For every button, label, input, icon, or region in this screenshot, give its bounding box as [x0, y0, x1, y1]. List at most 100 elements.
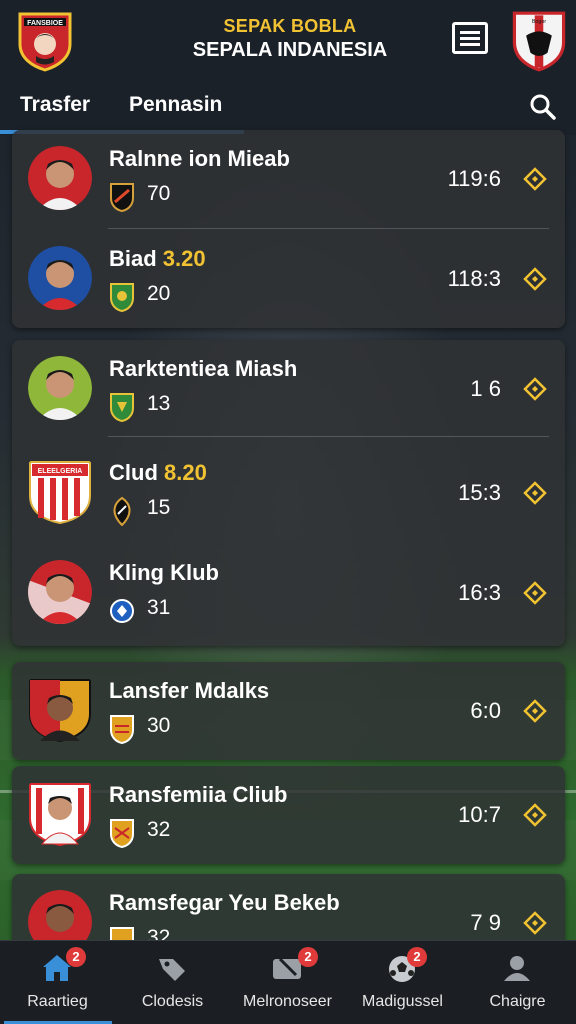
transfer-value: 118:3	[447, 266, 501, 291]
player-name: Biad 3.20	[109, 246, 206, 272]
player-name-text: Clud	[109, 460, 164, 485]
nav-item-melronoseer[interactable]: 2 Melronoseer	[230, 941, 345, 1024]
transfer-value: 119:6	[447, 166, 501, 191]
jersey-number: 15	[147, 496, 171, 519]
tab-transfer[interactable]: Trasfer	[20, 93, 90, 117]
player-row[interactable]: ELEELGERIA Clud 8.20 15 15:3	[12, 444, 565, 544]
player-row[interactable]: Rarktentiea Miash 13 1 6	[12, 340, 565, 440]
player-row[interactable]: Lansfer Mdalks 30 6:0	[12, 662, 565, 762]
player-name: Ransfemiia Cliub	[109, 782, 287, 808]
nav-item-home[interactable]: 2 Raartieg	[0, 941, 115, 1024]
player-name-text: Kling Klub	[109, 560, 219, 585]
player-card: Lansfer Mdalks 30 6:0	[12, 662, 565, 760]
app-title-block: SEPAK BOBLA SEPALA INDANESIA	[150, 16, 430, 62]
player-name-text: Ralnne ion Mieab	[109, 146, 290, 171]
player-name: Ramsfegar Yeu Bekeb	[109, 890, 340, 916]
player-card: Ransfemiia Cliub 32 10:7	[12, 766, 565, 864]
menu-line-icon	[460, 31, 480, 34]
diamond-action-icon[interactable]	[523, 267, 547, 291]
app-subtitle: SEPAK BOBLA	[223, 16, 357, 36]
transfer-value: 16:3	[458, 580, 501, 605]
notification-badge: 2	[407, 947, 427, 967]
app-title: SEPALA INDANESIA	[192, 39, 388, 61]
jersey-number: 20	[147, 282, 171, 305]
transfer-value: 10:7	[458, 802, 501, 827]
player-name: Rarktentiea Miash	[109, 356, 297, 382]
nav-item-madigussel[interactable]: 2 Madigussel	[345, 941, 460, 1024]
player-card: Rarktentiea Miash 13 1 6 ELEELGERIA Clud…	[12, 340, 565, 646]
player-avatar	[29, 783, 91, 846]
app-header: FANSBIOE SEPAK BOBLA SEPALA INDANESIA Bo…	[0, 0, 576, 135]
nav-item-chaigre[interactable]: Chaigre	[460, 941, 575, 1024]
player-name-text: Biad	[109, 246, 163, 271]
player-avatar	[28, 356, 92, 420]
nav-label: Chaigre	[489, 993, 546, 1010]
jersey-number: 70	[147, 182, 171, 205]
menu-list-button[interactable]	[452, 22, 488, 54]
diamond-action-icon[interactable]	[523, 803, 547, 827]
diamond-action-icon[interactable]	[523, 911, 547, 935]
club-crest-logo[interactable]: FANSBIOE	[16, 10, 74, 72]
menu-line-icon	[460, 43, 480, 46]
player-row[interactable]: Biad 3.20 20 118:3	[12, 230, 565, 330]
player-name: Ralnne ion Mieab	[109, 146, 290, 172]
player-rating: 8.20	[164, 460, 207, 485]
transfer-value: 7 9	[470, 910, 501, 935]
player-rating: 3.20	[162, 246, 206, 271]
player-name-text: Rarktentiea Miash	[109, 356, 298, 381]
player-name-text: Ransfemiia Cliub	[109, 782, 288, 807]
transfer-value: 1 6	[470, 376, 501, 401]
row-divider	[108, 228, 549, 229]
player-name: Clud 8.20	[109, 460, 207, 486]
search-icon[interactable]	[529, 93, 557, 121]
player-name: Lansfer Mdalks	[109, 678, 269, 704]
nav-label: Madigussel	[362, 993, 443, 1010]
jersey-number: 30	[147, 714, 171, 737]
tab-pennasin[interactable]: Pennasin	[129, 93, 222, 117]
crest-text: ELEELGERIA	[38, 468, 83, 475]
crest-label: FANSBIOE	[27, 20, 63, 27]
diamond-action-icon[interactable]	[523, 481, 547, 505]
player-row[interactable]: Ransfemiia Cliub 32 10:7	[12, 766, 565, 866]
menu-line-icon	[460, 37, 480, 40]
tag-icon	[159, 959, 185, 981]
player-card: Ralnne ion Mieab 70 119:6 Biad 3.20 20 1…	[12, 130, 565, 328]
player-row[interactable]: Ralnne ion Mieab 70 119:6	[12, 130, 565, 230]
club-badge-icon	[110, 283, 134, 312]
jersey-number: 31	[147, 596, 171, 619]
club-badge-icon	[113, 496, 131, 526]
club-badge-icon	[110, 599, 134, 623]
club-badge-icon	[110, 183, 134, 212]
club-badge-icon	[110, 715, 134, 744]
nav-label: Melronoseer	[243, 993, 332, 1010]
jersey-number: 13	[147, 392, 171, 415]
notification-badge: 2	[66, 947, 86, 967]
player-name-text: Ramsfegar Yeu Bekeb	[109, 890, 340, 915]
diamond-action-icon[interactable]	[523, 699, 547, 723]
profile-icon	[504, 956, 530, 981]
nav-label: Clodesis	[141, 993, 204, 1010]
player-avatar	[28, 146, 92, 210]
nav-label: Raartieg	[27, 993, 88, 1010]
shield-label: Bogor	[532, 19, 546, 25]
transfer-value: 6:0	[470, 698, 501, 723]
club-badge-icon	[110, 393, 134, 422]
player-avatar	[28, 246, 92, 310]
partner-shield-logo[interactable]: Bogor	[510, 10, 568, 72]
player-row[interactable]: Kling Klub 31 16:3	[12, 544, 565, 644]
player-name-text: Lansfer Mdalks	[109, 678, 270, 703]
bottom-navigation: 2 Raartieg Clodesis 2 Melronoseer 2 Madi…	[0, 940, 576, 1024]
row-divider	[108, 436, 549, 437]
player-name: Kling Klub	[109, 560, 219, 586]
tab-bar: Trasfer Pennasin	[0, 85, 576, 135]
diamond-action-icon[interactable]	[523, 581, 547, 605]
jersey-number: 32	[147, 818, 171, 841]
transfer-value: 15:3	[458, 480, 501, 505]
notification-badge: 2	[298, 947, 318, 967]
diamond-action-icon[interactable]	[523, 167, 547, 191]
player-avatar	[29, 679, 91, 742]
diamond-action-icon[interactable]	[523, 377, 547, 401]
club-badge-icon	[110, 819, 134, 848]
player-avatar	[28, 560, 92, 624]
nav-item-clodesis[interactable]: Clodesis	[115, 941, 230, 1024]
